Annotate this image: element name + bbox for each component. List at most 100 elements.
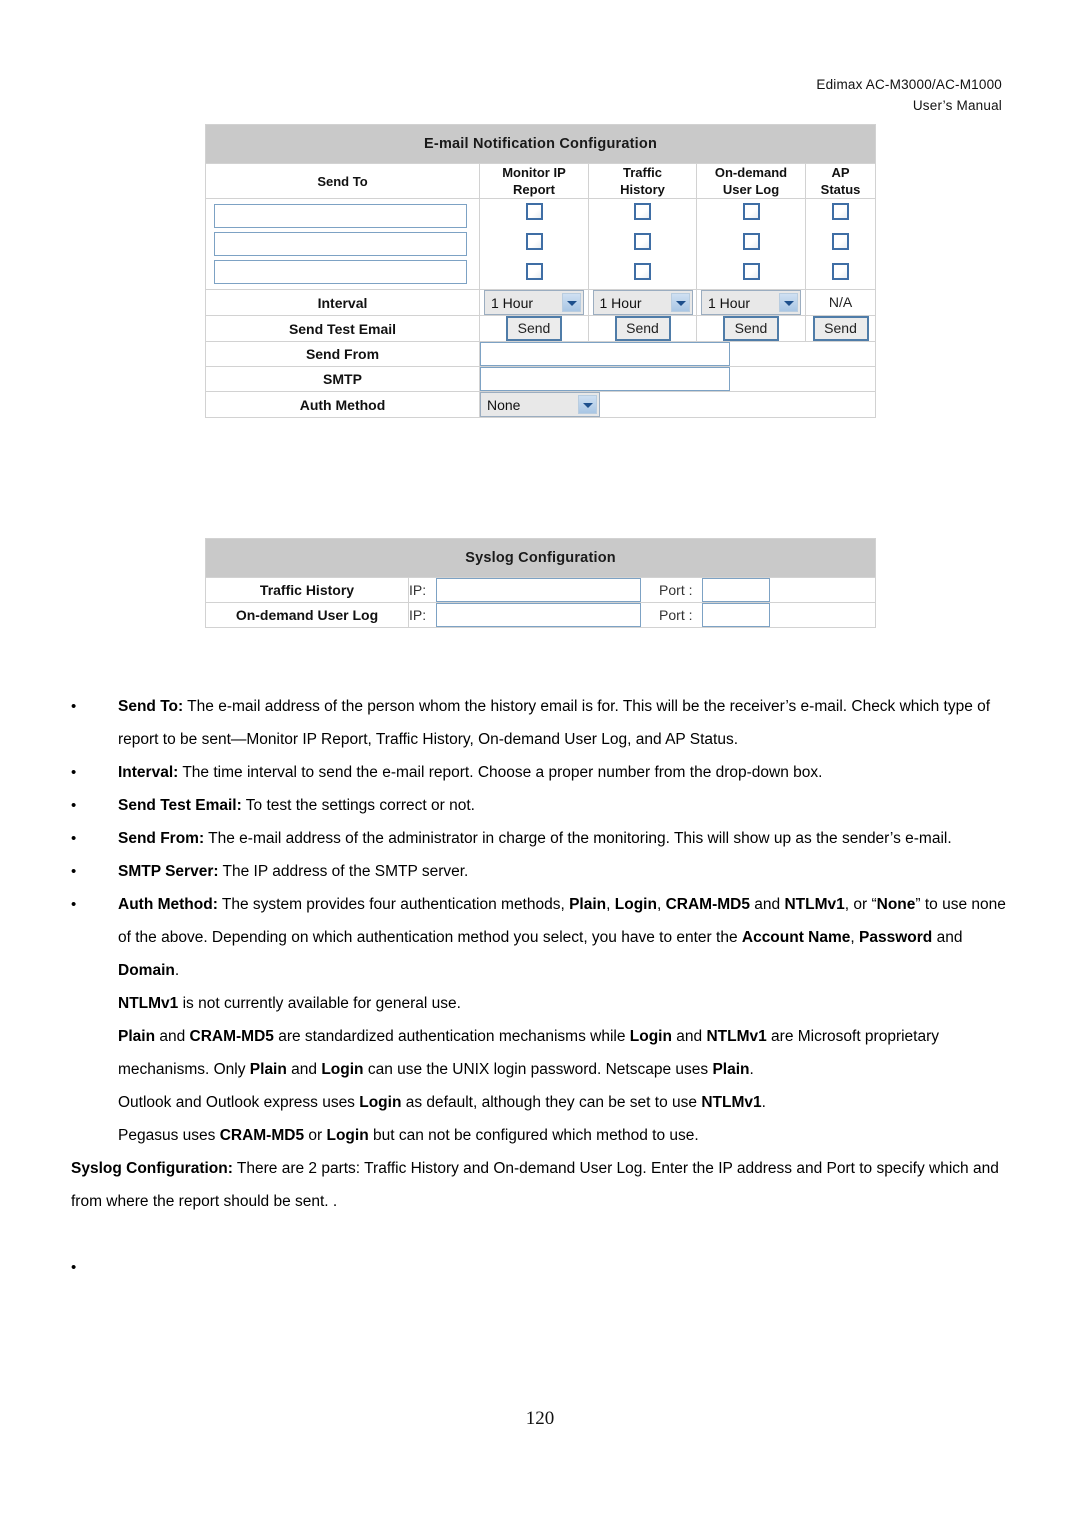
- column-header-on-demand-user-log: On-demand User Log: [696, 163, 806, 199]
- chevron-down-icon[interactable]: [578, 395, 597, 414]
- checkbox-on-demand-user-log-2[interactable]: [742, 233, 760, 250]
- bullet-marker: •: [71, 1259, 77, 1276]
- email-notification-configuration-figure: E-mail Notification Configuration Send T…: [204, 124, 877, 418]
- bullet-smtp-server-text: The IP address of the SMTP server.: [218, 863, 469, 880]
- smtp-label: SMTP: [205, 366, 480, 392]
- checkbox-monitor-ip-report-1[interactable]: [525, 203, 543, 220]
- send-button-on-demand-user-log[interactable]: Send: [723, 316, 779, 341]
- para-mechanisms: Plain and CRAM-MD5 are standardized auth…: [0, 1020, 1080, 1086]
- interval-traffic-history-cell: 1 Hour: [588, 289, 697, 316]
- syslog-para-term: Syslog Configuration:: [71, 1160, 233, 1177]
- bullet-interval: • Interval: The time interval to send th…: [0, 756, 1080, 789]
- auth-term-login: Login: [614, 896, 657, 913]
- checkbox-traffic-history-3[interactable]: [634, 263, 651, 280]
- email-notification-table: E-mail Notification Configuration Send T…: [204, 124, 877, 418]
- syslog-configuration-table: Syslog Configuration Traffic History IP:…: [204, 538, 877, 628]
- column-header-traffic-history-line1: Traffic: [622, 165, 662, 180]
- syslog-on-demand-user-log-ip-label: IP:: [409, 607, 427, 623]
- send-button-monitor-ip-report[interactable]: Send: [506, 316, 562, 341]
- send-to-input-3[interactable]: [214, 260, 467, 284]
- send-test-monitor-ip-report-cell: Send: [479, 315, 589, 342]
- column-header-on-demand-user-log-line1: On-demand: [714, 165, 788, 180]
- syslog-panel-title-row: Syslog Configuration: [204, 538, 877, 578]
- interval-select-monitor-ip-report[interactable]: 1 Hour: [484, 290, 584, 315]
- checkbox-monitor-ip-report-2[interactable]: [525, 233, 543, 250]
- send-test-traffic-history-cell: Send: [588, 315, 697, 342]
- send-button-traffic-history[interactable]: Send: [614, 316, 671, 341]
- send-to-input-1[interactable]: [214, 204, 467, 228]
- syslog-on-demand-user-log-port-input[interactable]: [701, 603, 770, 627]
- ap-status-checkbox-cell: [804, 198, 877, 290]
- interval-ap-status-na: N/A: [828, 293, 853, 310]
- checkbox-traffic-history-2[interactable]: [634, 233, 651, 250]
- recipients-row: [205, 198, 877, 290]
- syslog-traffic-history-row: Traffic History IP: Port :: [205, 577, 877, 603]
- send-from-input[interactable]: [480, 342, 730, 366]
- bullet-auth-method-term: Auth Method:: [118, 896, 218, 913]
- syslog-traffic-history-ip-label: IP:: [409, 582, 427, 598]
- para-pegasus: Pegasus uses CRAM-MD5 or Login but can n…: [0, 1119, 1080, 1152]
- para2-term-plain-1: Plain: [118, 1028, 156, 1045]
- document-running-header: Edimax AC-M3000/AC-M1000 User’s Manual: [816, 74, 1002, 116]
- bullet-send-from: • Send From: The e-mail address of the a…: [0, 822, 1080, 855]
- auth-method-select[interactable]: None: [480, 392, 600, 417]
- bullet-smtp-server: • SMTP Server: The IP address of the SMT…: [0, 855, 1080, 888]
- checkbox-traffic-history-1[interactable]: [634, 203, 651, 220]
- bullet-smtp-server-term: SMTP Server:: [118, 863, 219, 880]
- send-test-email-row: Send Test Email Send Send Send Send: [205, 315, 877, 342]
- auth-term-plain: Plain: [569, 896, 607, 913]
- checkbox-on-demand-user-log-1[interactable]: [742, 203, 760, 220]
- auth-term-none: None: [876, 896, 916, 913]
- panel-title-row: E-mail Notification Configuration: [204, 124, 877, 164]
- para1-term-ntlmv1: NTLMv1: [118, 995, 179, 1012]
- para2-text-1: and: [155, 1028, 190, 1045]
- para3-text-2: .: [761, 1094, 766, 1111]
- column-header-ap-status-line2: Status: [820, 182, 861, 197]
- syslog-on-demand-user-log-ip-input[interactable]: [435, 603, 641, 627]
- syslog-traffic-history-label: Traffic History: [205, 577, 409, 603]
- email-panel-title: E-mail Notification Configuration: [204, 124, 877, 164]
- para1-text: is not currently available for general u…: [178, 995, 461, 1012]
- auth-text-part2: , or “: [844, 896, 877, 913]
- bullet-auth-method: • Auth Method: The system provides four …: [0, 888, 1080, 987]
- para2-text-3: and: [671, 1028, 707, 1045]
- interval-select-on-demand-user-log[interactable]: 1 Hour: [701, 290, 801, 315]
- checkbox-ap-status-1[interactable]: [832, 203, 850, 220]
- chevron-down-icon[interactable]: [779, 293, 798, 312]
- bullet-send-test-email: • Send Test Email: To test the settings …: [0, 789, 1080, 822]
- column-header-send-to: Send To: [205, 163, 480, 199]
- syslog-traffic-history-port-input[interactable]: [701, 578, 770, 602]
- syslog-on-demand-user-log-row: On-demand User Log IP: Port :: [205, 602, 877, 628]
- bullet-marker: •: [71, 797, 77, 814]
- auth-text-part1: The system provides four authentication …: [217, 896, 570, 913]
- bullet-send-test-email-term: Send Test Email:: [118, 797, 242, 814]
- para2-term-plain-3: Plain: [712, 1061, 750, 1078]
- checkbox-ap-status-3[interactable]: [832, 263, 850, 280]
- syslog-traffic-history-ip-input[interactable]: [435, 578, 641, 602]
- bullet-send-to-term: Send To:: [118, 698, 184, 715]
- interval-label: Interval: [205, 289, 480, 316]
- chevron-down-icon[interactable]: [670, 293, 690, 312]
- auth-term-ntlmv1: NTLMv1: [784, 896, 845, 913]
- interval-select-traffic-history[interactable]: 1 Hour: [592, 290, 693, 315]
- page-number: 120: [525, 1408, 555, 1429]
- send-to-input-2[interactable]: [214, 232, 467, 256]
- para-outlook: Outlook and Outlook express uses Login a…: [0, 1086, 1080, 1119]
- syslog-traffic-history-fields-cell: IP: Port :: [407, 577, 877, 603]
- para4-text-0: Pegasus uses: [118, 1127, 220, 1144]
- send-test-ap-status-cell: Send: [804, 315, 877, 342]
- para2-term-cram-md5: CRAM-MD5: [189, 1028, 274, 1045]
- send-from-row: Send From: [205, 341, 877, 367]
- para2-text-5: and: [286, 1061, 322, 1078]
- checkbox-ap-status-2[interactable]: [832, 233, 850, 250]
- smtp-input[interactable]: [480, 367, 730, 391]
- para4-term-cram-md5: CRAM-MD5: [219, 1127, 305, 1144]
- bullet-marker: •: [71, 863, 77, 880]
- send-button-ap-status[interactable]: Send: [812, 316, 869, 341]
- chevron-down-icon[interactable]: [562, 293, 581, 312]
- traffic-history-checkbox-cell: [588, 198, 697, 290]
- body-copy: • Send To: The e-mail address of the per…: [0, 690, 1080, 1284]
- checkbox-on-demand-user-log-3[interactable]: [742, 263, 760, 280]
- checkbox-monitor-ip-report-3[interactable]: [525, 263, 543, 280]
- auth-text-part4: .: [174, 962, 180, 979]
